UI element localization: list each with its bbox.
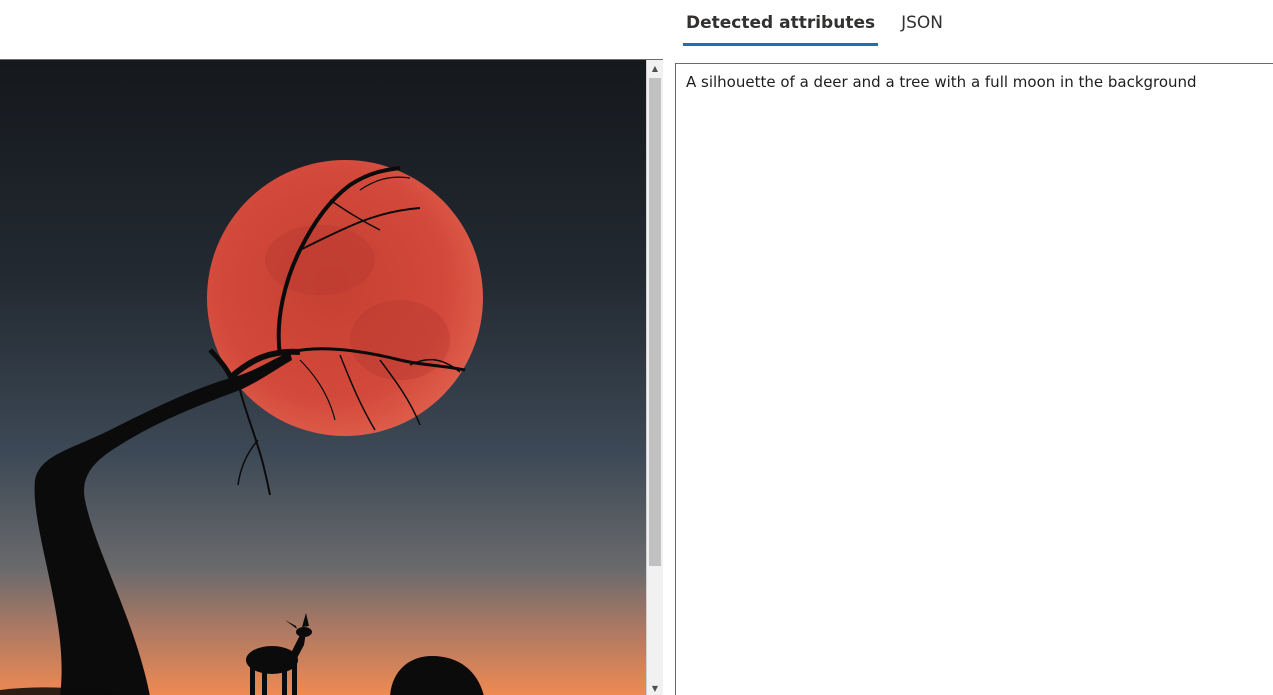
analyzed-image [0,60,646,695]
analyzed-image-graphic [0,60,646,695]
results-panel: A silhouette of a deer and a tree with a… [675,63,1273,695]
image-scrollbar[interactable]: ▲ ▼ [646,60,663,695]
image-viewer: ▲ ▼ [0,59,663,695]
image-caption: A silhouette of a deer and a tree with a… [686,73,1197,91]
moon [207,160,483,436]
app-root: ▲ ▼ Detected attributes JSON A silhouett… [0,0,1273,695]
tab-json[interactable]: JSON [898,0,946,43]
results-tabs: Detected attributes JSON [683,0,946,46]
chevron-up-icon[interactable]: ▲ [647,60,663,76]
tab-detected-attributes[interactable]: Detected attributes [683,0,879,46]
chevron-down-icon[interactable]: ▼ [647,680,663,695]
scrollbar-thumb[interactable] [649,78,661,566]
